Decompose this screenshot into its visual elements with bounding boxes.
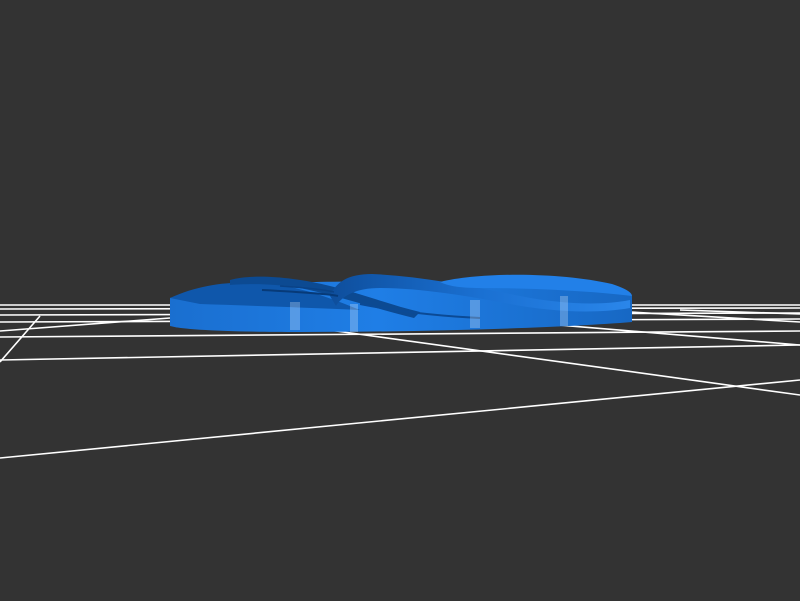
grid-line bbox=[0, 344, 800, 361]
grid-line bbox=[0, 379, 800, 459]
scene-canvas[interactable] bbox=[0, 0, 800, 601]
grid-line bbox=[0, 317, 171, 332]
grid-line bbox=[0, 315, 41, 363]
grid-line bbox=[299, 325, 800, 396]
3d-viewport[interactable] bbox=[0, 0, 800, 601]
blue-twisted-ribbon-model[interactable] bbox=[170, 274, 632, 332]
grid-line bbox=[0, 330, 800, 338]
